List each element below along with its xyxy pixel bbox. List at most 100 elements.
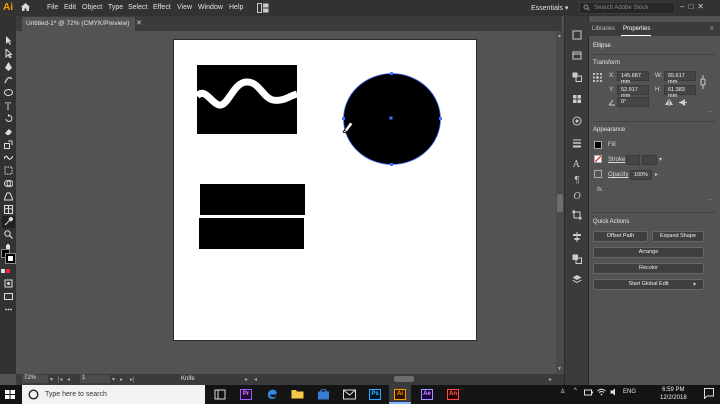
mail-icon[interactable] [343, 388, 356, 400]
tab-libraries[interactable]: Libraries [592, 26, 615, 32]
flip-horizontal-icon[interactable] [665, 99, 673, 106]
window-controls[interactable]: –□✕ [680, 2, 708, 11]
swatches-panel-icon[interactable] [572, 94, 582, 104]
direct-selection-icon[interactable] [4, 49, 13, 58]
pen-icon[interactable] [4, 62, 13, 71]
zoom-dropdown-icon[interactable]: ▾ [50, 376, 53, 383]
hscroll-right-icon[interactable]: ▸ [549, 376, 552, 383]
opentype-panel-icon[interactable]: O [572, 190, 582, 200]
pathfinder-panel-icon[interactable] [572, 254, 582, 264]
people-icon[interactable]: ♙ [560, 388, 565, 395]
menu-view[interactable]: View [177, 4, 192, 11]
eraser-icon[interactable] [4, 127, 13, 136]
menu-effect[interactable]: Effect [153, 4, 171, 11]
more-options-icon[interactable]: ··· [707, 109, 713, 115]
mesh-icon[interactable] [4, 205, 13, 214]
expand-shape-button[interactable]: Expand Shape [652, 231, 704, 242]
edit-toolbar-icon[interactable] [4, 305, 13, 314]
appearance-more-icon[interactable]: ··· [707, 197, 713, 203]
width-field[interactable]: 65.617 mm [664, 71, 696, 85]
paragraph-panel-icon[interactable]: ¶ [572, 174, 582, 184]
workspace-dropdown[interactable]: Essentials ▾ [531, 4, 568, 12]
taskbar-search-input[interactable]: Type here to search [22, 385, 205, 404]
menu-object[interactable]: Object [82, 4, 102, 11]
artboard-number[interactable]: 1 [80, 375, 110, 383]
ellipse-icon[interactable] [4, 88, 13, 97]
transform-panel-icon[interactable] [572, 210, 582, 220]
first-artboard-icon[interactable]: |◂ [58, 376, 63, 383]
action-center-icon[interactable] [704, 388, 714, 399]
character-panel-icon[interactable]: A [572, 158, 582, 168]
stroke-color-swatch[interactable] [594, 155, 602, 163]
zoom-level[interactable]: 72% [22, 375, 48, 383]
shape-builder-icon[interactable] [4, 179, 13, 188]
menu-help[interactable]: Help [229, 4, 243, 11]
scroll-up-icon[interactable]: ▲ [557, 33, 562, 39]
flip-vertical-icon[interactable] [679, 99, 687, 106]
type-icon[interactable]: T [4, 101, 13, 111]
scroll-down-icon[interactable]: ▼ [557, 366, 562, 372]
black-rectangle-top[interactable] [200, 184, 305, 215]
stroke-weight-stepper[interactable] [626, 155, 640, 165]
eyedropper-icon[interactable] [4, 217, 13, 226]
menu-file[interactable]: File [47, 4, 58, 11]
stock-search-input[interactable]: Search Adobe Stock [579, 2, 675, 14]
rotation-field[interactable]: 0° [617, 97, 649, 107]
color-panel-icon[interactable] [572, 72, 582, 82]
close-tab-icon[interactable]: ✕ [136, 19, 142, 27]
layers-panel-icon[interactable] [572, 274, 582, 284]
prev-artboard-icon[interactable]: ◂ [67, 376, 70, 383]
panel-menu-icon[interactable]: ≡ [710, 26, 714, 32]
task-view-icon[interactable] [214, 389, 226, 400]
scale-icon[interactable] [4, 140, 13, 149]
hscroll-left-icon[interactable]: ◂ [254, 376, 257, 383]
stroke-panel-icon[interactable] [572, 138, 582, 148]
free-transform-icon[interactable] [4, 166, 13, 175]
premiere-app-icon[interactable]: Pr [240, 389, 252, 400]
recolor-button[interactable]: Recolor [593, 263, 704, 274]
opacity-field[interactable]: 100% [630, 170, 652, 180]
document-tab[interactable]: Untitled-1* @ 72% (CMYK/Preview) [22, 17, 136, 31]
scrollbar-thumb[interactable] [557, 194, 563, 212]
black-rectangle-bottom[interactable] [199, 218, 304, 249]
x-field[interactable]: 145.687 mm [617, 71, 649, 85]
start-global-edit-button[interactable]: Start Global Edit [593, 279, 704, 290]
rotate-icon[interactable] [4, 114, 13, 123]
draw-mode-icon[interactable] [4, 279, 13, 288]
ellipse-shape[interactable] [342, 72, 442, 166]
fill-color-swatch[interactable] [594, 141, 602, 149]
align-panel-icon[interactable] [572, 232, 582, 242]
stroke-swatch[interactable] [5, 253, 16, 264]
cc-libraries-icon[interactable] [572, 50, 582, 60]
screen-mode-icon[interactable] [4, 292, 13, 301]
edge-browser-icon[interactable] [266, 388, 278, 400]
status-menu-icon[interactable]: ▸ [245, 376, 248, 383]
perspective-icon[interactable] [4, 192, 13, 201]
y-field[interactable]: 52.917 mm [617, 85, 649, 99]
photoshop-app-icon[interactable]: Ps [369, 389, 381, 400]
stroke-label[interactable]: Stroke [608, 157, 625, 163]
tray-overflow-icon[interactable]: ^ [574, 388, 577, 394]
battery-icon[interactable] [584, 389, 593, 396]
animate-app-icon[interactable]: An [447, 389, 459, 400]
opacity-dropdown-icon[interactable]: ▸ [655, 171, 658, 178]
volume-icon[interactable] [610, 388, 619, 396]
artboard-dropdown-icon[interactable]: ▾ [112, 376, 115, 383]
last-artboard-icon[interactable]: ▸| [130, 376, 135, 383]
offset-path-button[interactable]: Offset Path [593, 231, 648, 242]
arrange-button[interactable]: Arrange [593, 247, 704, 258]
horizontal-scroll-thumb[interactable] [394, 376, 414, 382]
store-icon[interactable] [317, 389, 330, 400]
stroke-weight-field[interactable] [642, 155, 657, 165]
selection-icon[interactable] [4, 36, 13, 45]
artboard[interactable] [173, 39, 477, 341]
global-edit-options-icon[interactable]: ▾ [693, 281, 696, 288]
constrain-proportions-icon[interactable] [700, 74, 706, 90]
zoom-icon[interactable] [4, 230, 13, 239]
warp-icon[interactable] [4, 153, 13, 162]
appearance-panel-icon[interactable] [572, 116, 582, 126]
menu-edit[interactable]: Edit [64, 4, 76, 11]
menu-window[interactable]: Window [198, 4, 223, 11]
menu-select[interactable]: Select [128, 4, 147, 11]
file-explorer-icon[interactable] [291, 388, 304, 399]
